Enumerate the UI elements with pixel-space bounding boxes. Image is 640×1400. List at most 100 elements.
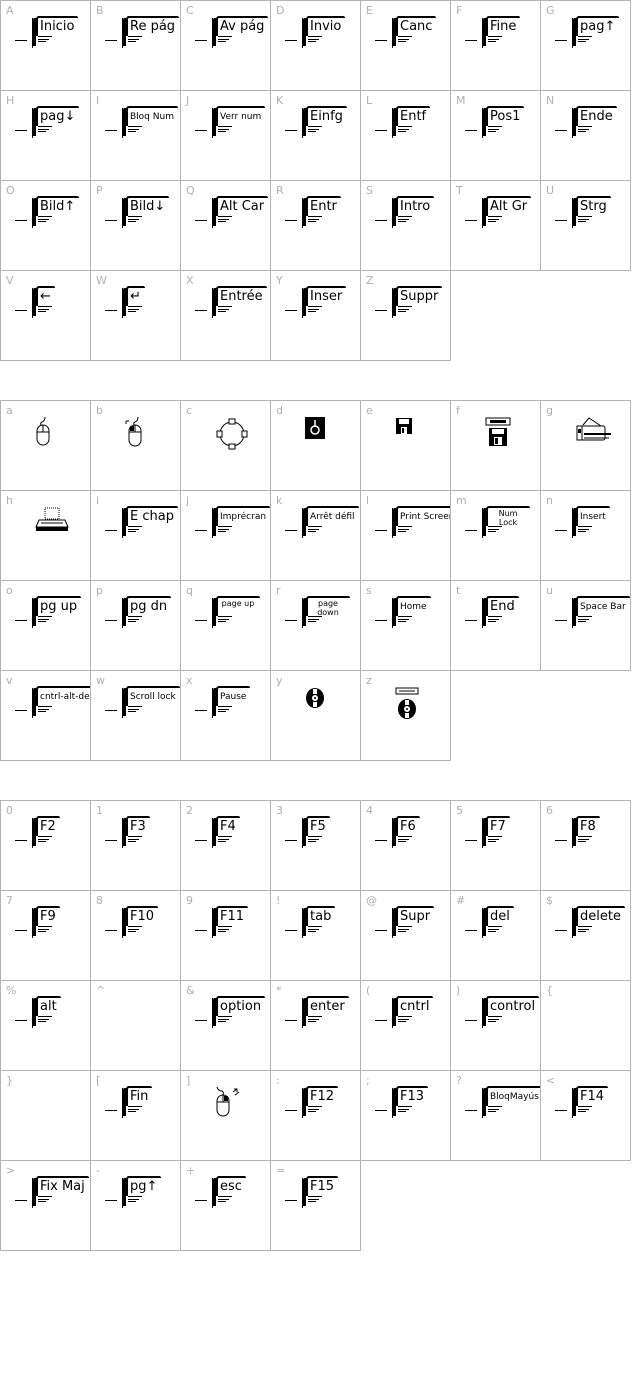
keycap-lside [213, 198, 216, 226]
keycap-rside [297, 1085, 303, 1119]
keycap-rline [555, 840, 567, 841]
keycap-label: Fin [126, 1086, 153, 1106]
character-label: 6 [546, 804, 553, 817]
keycap-rline [105, 310, 117, 311]
keycap-rside [567, 905, 573, 939]
keycap-rside [567, 815, 573, 849]
character-label: u [546, 584, 553, 597]
keycap-lines [128, 1196, 142, 1204]
glyph-cell: @ Supr [360, 890, 451, 981]
glyph-cell: p pg dn [90, 580, 181, 671]
keycap-rline [375, 1020, 387, 1021]
keycap-lside [483, 198, 486, 226]
keycap-lines [488, 526, 502, 534]
glyph-cell: i E chap [90, 490, 181, 581]
character-label: 3 [276, 804, 283, 817]
keycap-rline [555, 130, 567, 131]
keycap-rside [477, 1085, 483, 1119]
keycap-label: tab [306, 906, 336, 926]
keycap-rside [207, 15, 213, 49]
glyph-cell: s Home [360, 580, 451, 671]
keycap-label: Einfg [306, 106, 347, 126]
keycap-lines [488, 836, 502, 844]
keycap-lside [33, 18, 36, 46]
floppy-drive-icon [485, 417, 511, 451]
keycap-label: Arrêt défil [306, 506, 359, 526]
keycap-lines [218, 1016, 232, 1024]
keycap-lside [213, 1178, 216, 1206]
glyph-cell: } [0, 1070, 91, 1161]
glyph-cell: J Verr num [180, 90, 271, 181]
glyph-cell: E Canc [360, 0, 451, 91]
character-label: d [276, 404, 283, 417]
keycap-lines [398, 926, 412, 934]
keycap-lines [128, 1106, 142, 1114]
glyph-cell: ^ [90, 980, 181, 1071]
character-label: H [6, 94, 15, 107]
keycap-lside [393, 1088, 396, 1116]
character-label: 2 [186, 804, 193, 817]
keycap-rline [195, 40, 207, 41]
glyph-cell: j Imprécran [180, 490, 271, 581]
keycap-rline [105, 1110, 117, 1111]
keycap-lside [393, 908, 396, 936]
keycap-lines [308, 306, 322, 314]
character-label: v [6, 674, 13, 687]
keycap-lines [308, 1016, 322, 1024]
keycap-label: Entf [396, 106, 431, 126]
keycap-lside [573, 198, 576, 226]
keycap-rside [207, 1175, 213, 1209]
keycap-lside [303, 1088, 306, 1116]
keycap-rline [195, 620, 207, 621]
character-label: P [96, 184, 103, 197]
keycap-label: Re pág [126, 16, 180, 36]
glyph-cell: 3 F5 [270, 800, 361, 891]
keycap-rline [285, 1110, 297, 1111]
character-label: m [456, 494, 467, 507]
keycap-lines [38, 926, 52, 934]
keycap-lside [303, 18, 306, 46]
glyph-cell: = F15 [270, 1160, 361, 1251]
keycap-lside [123, 508, 126, 536]
keycap-lside [573, 18, 576, 46]
keycap-lines [488, 126, 502, 134]
glyph-cell: r page down [270, 580, 361, 671]
keycap-rline [375, 620, 387, 621]
glyph-cell: u Space Bar [540, 580, 631, 671]
keycap-label: F9 [36, 906, 60, 926]
keycap-rline [465, 130, 477, 131]
keycap-lines [128, 36, 142, 44]
glyph-cell: o pg up [0, 580, 91, 671]
keycap-label: Entr [306, 196, 341, 216]
keycap-lside [303, 108, 306, 136]
keycap-rside [207, 505, 213, 539]
keycap-lines [38, 1196, 52, 1204]
keycap-lside [483, 1088, 486, 1116]
keycap-rline [285, 1200, 297, 1201]
glyph-cell: g [540, 400, 631, 491]
glyph-cell: ! tab [270, 890, 361, 981]
keycap-lines [38, 126, 52, 134]
keycap-rside [27, 685, 33, 719]
keycap-rside [477, 15, 483, 49]
keycap-rline [285, 620, 297, 621]
keycap-lside [573, 108, 576, 136]
keycap-rside [297, 105, 303, 139]
keycap-lines [218, 1196, 232, 1204]
keycap-rline [375, 530, 387, 531]
keycap-label: Pos1 [486, 106, 525, 126]
keycap-lside [483, 908, 486, 936]
keycap-label: Strg [576, 196, 611, 216]
keycap-lines [578, 616, 592, 624]
character-label: ? [456, 1074, 462, 1087]
keycap-lside [33, 108, 36, 136]
character-label: i [96, 494, 100, 507]
keycap-rline [105, 930, 117, 931]
keycap-rside [567, 15, 573, 49]
keycap-rside [567, 505, 573, 539]
character-label: Q [186, 184, 195, 197]
keycap-label: BloqMayús [486, 1086, 543, 1106]
keycap-rline [15, 220, 27, 221]
character-label: > [6, 1164, 16, 1177]
keycap-lines [578, 526, 592, 534]
